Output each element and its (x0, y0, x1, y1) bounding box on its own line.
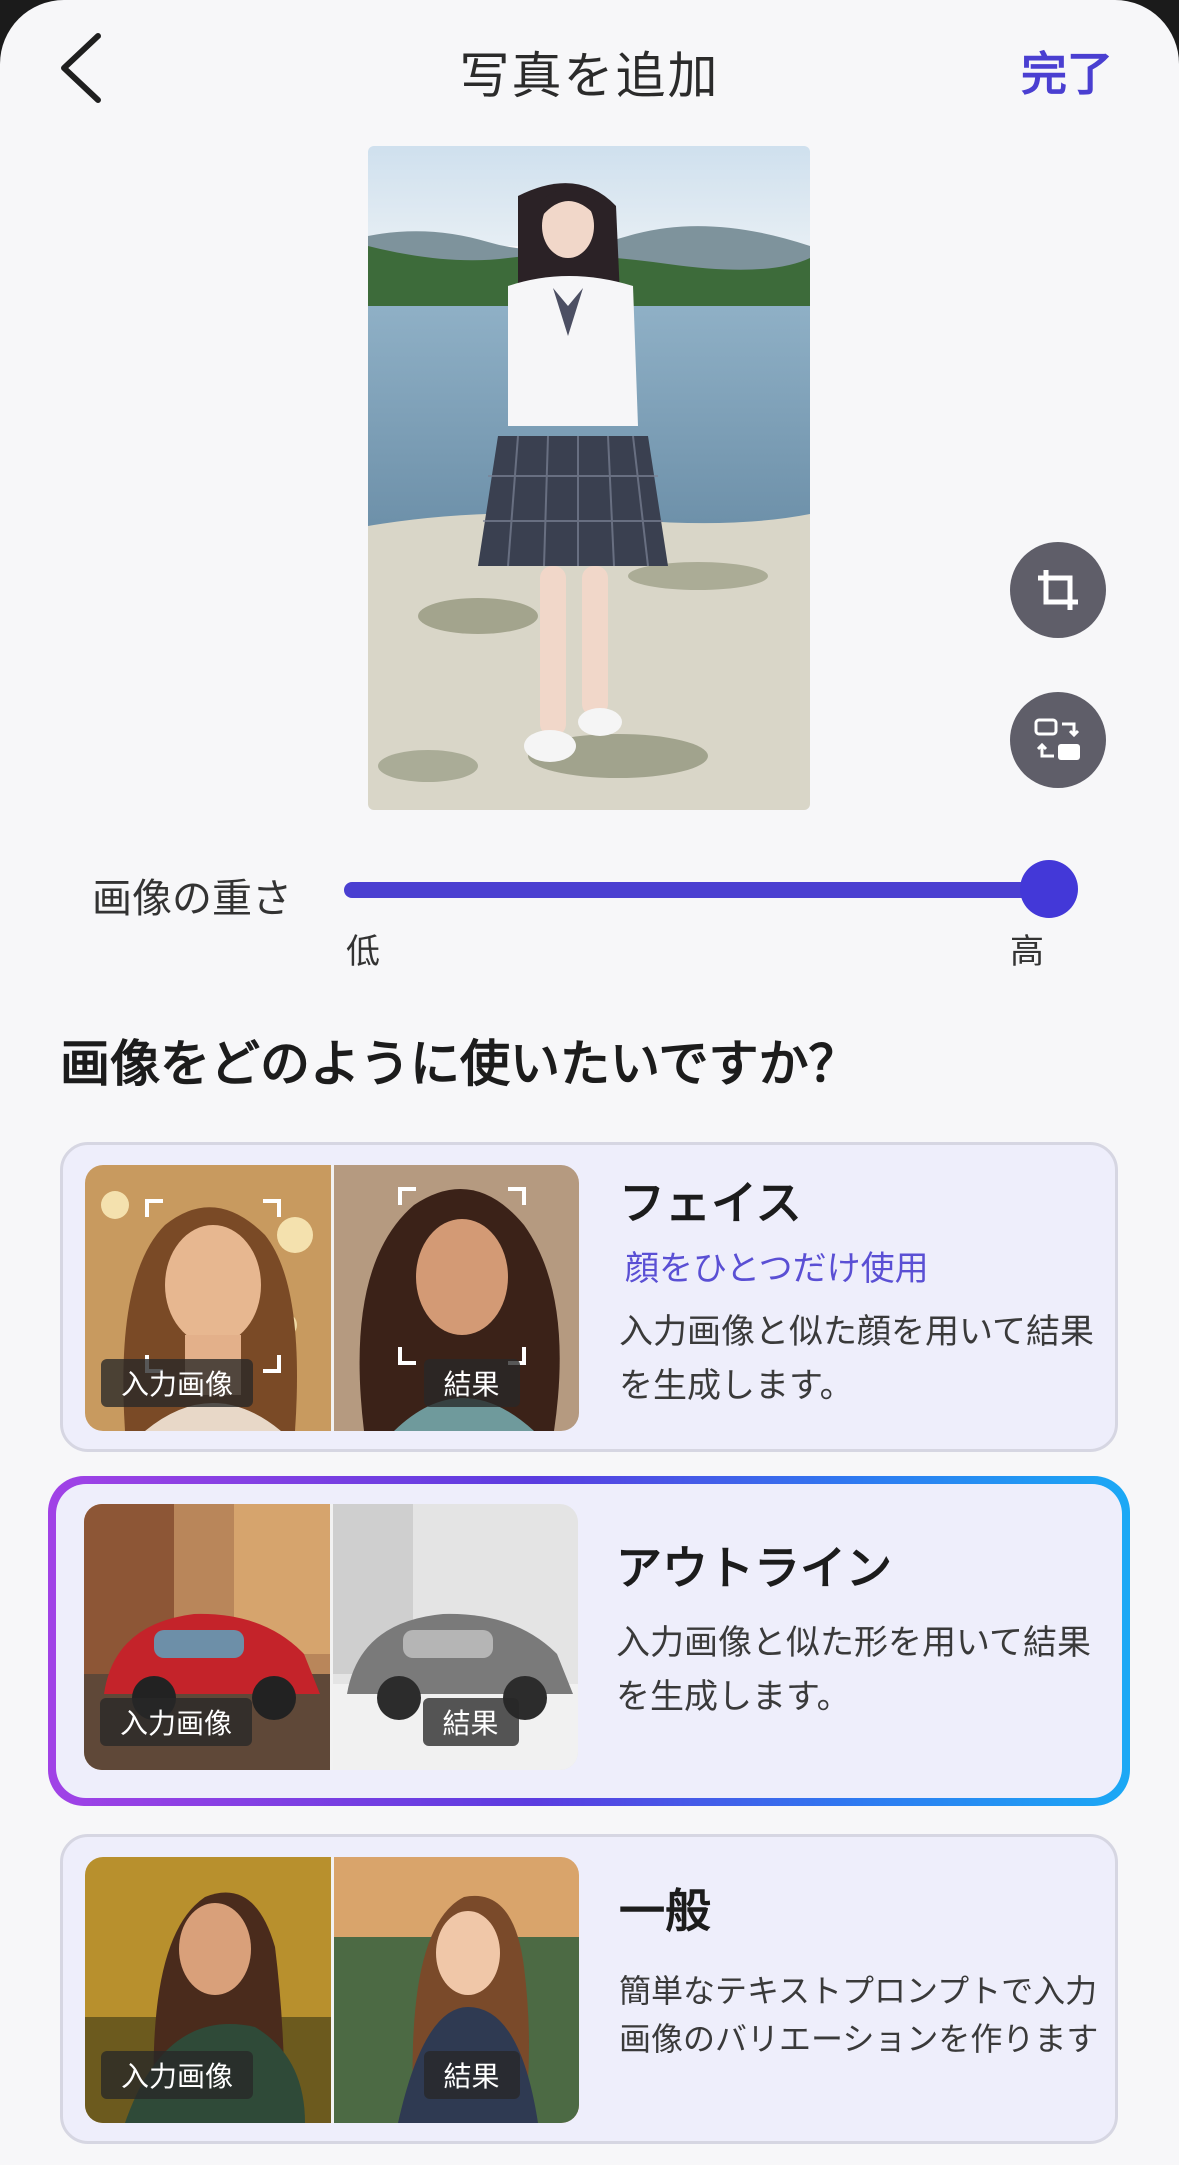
option-card-outline[interactable]: 入力画像 結果 アウトライン 入力画像と似た形を用いて結果を生成します。 (56, 1484, 1122, 1798)
result-tag: 結果 (423, 2051, 520, 2099)
outline-input-thumbnail: 入力画像 (84, 1504, 330, 1770)
slider-min-label: 低 (346, 932, 380, 972)
face-example-thumbnails: 入力画像 結果 (85, 1165, 579, 1431)
swap-image-icon (1034, 718, 1080, 760)
add-photo-sheet: 写真を追加 完了 画像の重さ 低 高 画像をどのように使いたいですか？ 入力画像… (0, 0, 1179, 2165)
card-description: 入力画像と似た形を用いて結果を生成します。 (616, 1623, 1091, 1717)
card-title: フェイス (619, 1176, 802, 1230)
general-example-thumbnails: 入力画像 結果 (85, 1857, 579, 2123)
result-tag: 結果 (422, 1698, 519, 1746)
card-subtitle: 顔をひとつだけ使用 (625, 1249, 929, 1289)
option-card-general[interactable]: 入力画像 結果 一般 簡単なテキストプロンプトで入力画像のバリエーションを作りま… (60, 1834, 1118, 2144)
image-weight-slider-track[interactable] (344, 882, 1050, 898)
outline-result-thumbnail: 結果 (329, 1504, 578, 1770)
card-description: 簡単なテキストプロンプトで入力画像のバリエーションを作ります (619, 1972, 1099, 2058)
crop-button[interactable] (1010, 542, 1106, 638)
face-result-thumbnail: 結果 (330, 1165, 579, 1431)
crop-icon (1038, 570, 1078, 610)
image-weight-slider-thumb[interactable] (1020, 860, 1078, 918)
uploaded-photo-preview (368, 146, 810, 810)
usage-question-heading: 画像をどのように使いたいですか？ (60, 1035, 859, 1093)
general-input-thumbnail: 入力画像 (85, 1857, 331, 2123)
option-card-face[interactable]: 入力画像 結果 フェイス 顔をひとつだけ使用 入力画像と似た顔を用いて結果を生成… (60, 1142, 1118, 1452)
photo-illustration (368, 146, 810, 810)
slider-max-label: 高 (1010, 932, 1044, 972)
input-image-tag: 入力画像 (101, 1359, 254, 1407)
card-title: 一般 (619, 1884, 711, 1938)
outline-example-thumbnails: 入力画像 結果 (84, 1504, 578, 1770)
card-description: 入力画像と似た顔を用いて結果を生成します。 (619, 1312, 1094, 1406)
input-image-tag: 入力画像 (101, 2051, 254, 2099)
image-weight-label: 画像の重さ (92, 876, 292, 922)
result-tag: 結果 (423, 1359, 520, 1407)
page-title: 写真を追加 (459, 47, 720, 105)
input-image-tag: 入力画像 (100, 1698, 253, 1746)
done-button[interactable]: 完了 (1021, 38, 1113, 104)
card-title: アウトライン (616, 1541, 892, 1595)
general-result-thumbnail: 結果 (330, 1857, 579, 2123)
face-input-thumbnail: 入力画像 (85, 1165, 331, 1431)
swap-image-button[interactable] (1010, 692, 1106, 788)
